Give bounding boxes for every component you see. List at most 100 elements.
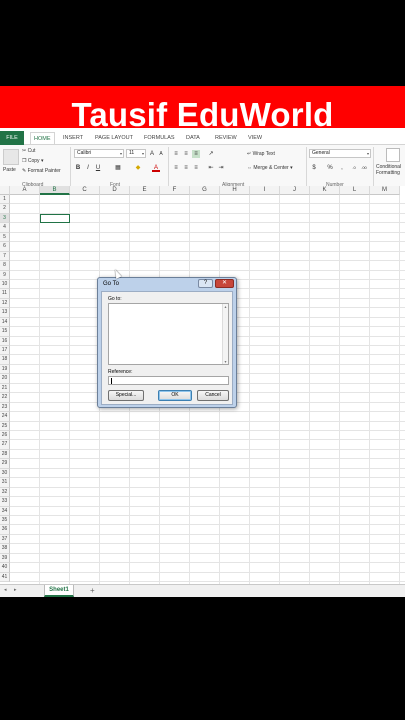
currency-button[interactable]: $ xyxy=(310,164,318,172)
orientation-icon[interactable]: ↗ xyxy=(207,150,215,158)
row-header[interactable]: 18 xyxy=(0,355,10,365)
column-header[interactable]: M xyxy=(370,186,400,195)
row-header[interactable]: 8 xyxy=(0,261,10,271)
close-button[interactable]: ✕ xyxy=(215,279,234,288)
goto-listbox[interactable]: ▴ ▾ xyxy=(108,303,229,365)
row-header[interactable]: 38 xyxy=(0,544,10,554)
column-header[interactable]: H xyxy=(220,186,250,195)
sheet-tab-sheet1[interactable]: Sheet1 xyxy=(44,585,74,597)
row-header[interactable]: 7 xyxy=(0,251,10,262)
cut-button[interactable]: ✂ Cut xyxy=(22,148,35,154)
row-header[interactable]: 29 xyxy=(0,459,10,469)
grow-font-button[interactable]: A xyxy=(148,150,156,158)
row-header[interactable]: 2 xyxy=(0,204,10,214)
column-header[interactable]: E xyxy=(130,186,160,195)
format-painter-button[interactable]: ✎ Format Painter xyxy=(22,168,61,174)
active-cell[interactable] xyxy=(40,213,70,224)
row-header[interactable]: 9 xyxy=(0,270,10,280)
column-header[interactable]: D xyxy=(100,186,130,195)
row-header[interactable]: 19 xyxy=(0,364,10,375)
bold-button[interactable]: B xyxy=(74,164,82,172)
row-header[interactable]: 14 xyxy=(0,317,10,328)
column-header[interactable]: C xyxy=(70,186,100,195)
italic-button[interactable]: I xyxy=(84,164,92,172)
sheet-prev-button[interactable]: ◂ xyxy=(4,587,7,593)
font-color-button[interactable]: A xyxy=(152,164,160,172)
column-header[interactable]: F xyxy=(160,186,190,195)
row-header[interactable]: 24 xyxy=(0,412,10,422)
conditional-formatting-icon[interactable] xyxy=(386,148,400,162)
reference-input[interactable] xyxy=(108,376,229,385)
number-format-select[interactable]: General ▾ xyxy=(309,149,371,158)
listbox-scrollbar[interactable]: ▴ ▾ xyxy=(222,304,228,364)
font-size-select[interactable]: 11 ▾ xyxy=(126,149,146,158)
tab-review[interactable]: REVIEW xyxy=(215,132,237,144)
tab-home[interactable]: HOME xyxy=(30,132,55,144)
row-header[interactable]: 26 xyxy=(0,431,10,441)
shrink-font-button[interactable]: A xyxy=(157,150,165,158)
row-header[interactable]: 39 xyxy=(0,553,10,564)
decrease-indent-icon[interactable]: ⇤ xyxy=(207,164,215,172)
column-header[interactable]: G xyxy=(190,186,220,195)
conditional-formatting-button[interactable]: Conditional Formatting xyxy=(376,164,405,176)
percent-button[interactable]: % xyxy=(326,164,334,172)
row-header[interactable]: 41 xyxy=(0,572,10,583)
row-header[interactable]: 37 xyxy=(0,534,10,545)
tab-formulas[interactable]: FORMULAS xyxy=(144,132,175,144)
scroll-down-icon[interactable]: ▾ xyxy=(223,359,228,364)
row-header[interactable]: 15 xyxy=(0,327,10,337)
row-header[interactable]: 22 xyxy=(0,393,10,403)
row-header[interactable]: 16 xyxy=(0,336,10,347)
tab-data[interactable]: DATA xyxy=(186,132,200,144)
ok-button[interactable]: OK xyxy=(158,390,192,401)
row-header[interactable]: 4 xyxy=(0,223,10,233)
row-header[interactable]: 25 xyxy=(0,421,10,431)
tab-page-layout[interactable]: PAGE LAYOUT xyxy=(95,132,133,144)
column-header[interactable]: L xyxy=(340,186,370,195)
row-header[interactable]: 3 xyxy=(0,213,10,224)
align-middle-icon[interactable]: ≡ xyxy=(182,150,190,158)
row-header[interactable]: 6 xyxy=(0,242,10,252)
row-header[interactable]: 28 xyxy=(0,449,10,460)
merge-center-button[interactable]: ⇔ Merge & Center ▾ xyxy=(247,165,293,171)
column-header[interactable]: A xyxy=(10,186,40,195)
row-header[interactable]: 5 xyxy=(0,232,10,243)
align-top-icon[interactable]: ≡ xyxy=(172,150,180,158)
row-header[interactable]: 36 xyxy=(0,525,10,535)
column-header[interactable]: K xyxy=(310,186,340,195)
row-header[interactable]: 27 xyxy=(0,440,10,450)
row-header[interactable]: 35 xyxy=(0,515,10,526)
align-center-icon[interactable]: ≡ xyxy=(182,164,190,172)
column-header[interactable]: I xyxy=(250,186,280,195)
row-header[interactable]: 23 xyxy=(0,402,10,413)
copy-button[interactable]: ❐ Copy ▾ xyxy=(22,158,43,164)
comma-button[interactable]: , xyxy=(338,164,346,172)
borders-icon[interactable]: ▦ xyxy=(114,164,122,172)
help-button[interactable]: ? xyxy=(198,279,213,288)
row-header[interactable]: 21 xyxy=(0,383,10,394)
tab-file[interactable]: FILE xyxy=(0,131,24,145)
increase-indent-icon[interactable]: ⇥ xyxy=(217,164,225,172)
increase-decimal-icon[interactable]: .0 xyxy=(350,164,358,172)
row-header[interactable]: 31 xyxy=(0,478,10,488)
new-sheet-button[interactable]: + xyxy=(90,585,95,597)
special-button[interactable]: Special... xyxy=(108,390,144,401)
tab-insert[interactable]: INSERT xyxy=(63,132,83,144)
decrease-decimal-icon[interactable]: .00 xyxy=(360,164,368,172)
row-header[interactable]: 20 xyxy=(0,374,10,384)
align-bottom-icon[interactable]: ≡ xyxy=(192,150,200,158)
row-header[interactable]: 40 xyxy=(0,563,10,573)
row-header[interactable]: 17 xyxy=(0,346,10,356)
row-header[interactable]: 13 xyxy=(0,308,10,318)
column-header[interactable]: J xyxy=(280,186,310,195)
row-header[interactable]: 34 xyxy=(0,506,10,516)
row-header[interactable]: 30 xyxy=(0,468,10,479)
row-header[interactable]: 11 xyxy=(0,289,10,299)
row-header[interactable]: 1 xyxy=(0,195,10,205)
row-header[interactable]: 33 xyxy=(0,497,10,507)
align-right-icon[interactable]: ≡ xyxy=(192,164,200,172)
paste-button[interactable]: Paste xyxy=(3,167,16,173)
sheet-next-button[interactable]: ▸ xyxy=(14,587,17,593)
fill-color-icon[interactable]: ◆ xyxy=(134,164,142,172)
scroll-up-icon[interactable]: ▴ xyxy=(223,304,228,309)
